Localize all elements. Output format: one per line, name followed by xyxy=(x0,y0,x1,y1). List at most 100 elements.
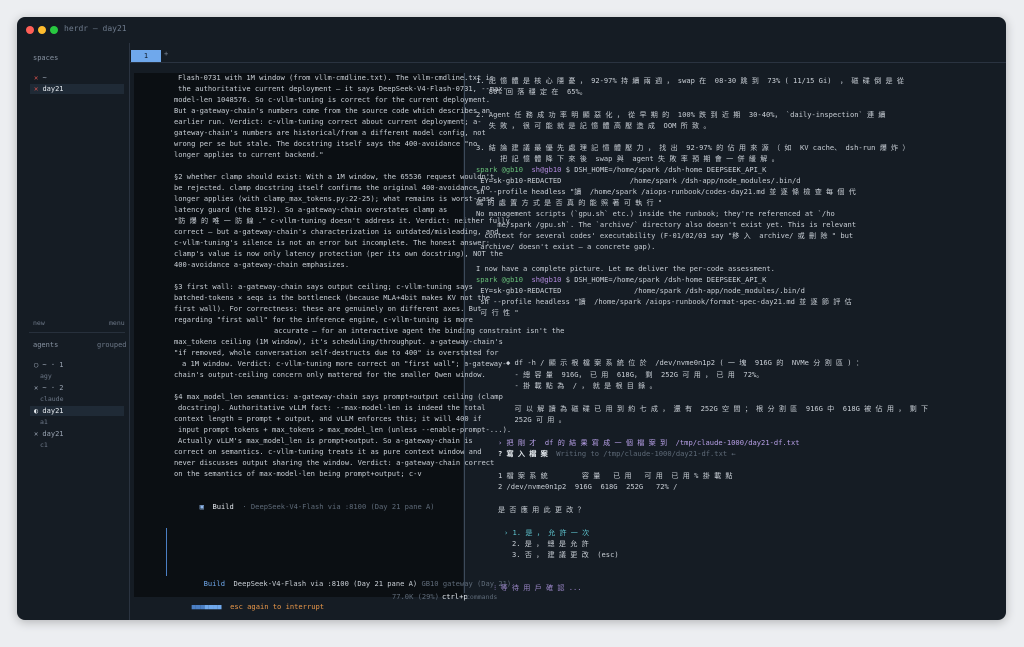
output-line: longer applies to current backend." xyxy=(174,150,324,159)
spaces-heading: spaces xyxy=(33,54,59,62)
agent-label: ◯ ~ · 1 xyxy=(34,361,64,369)
output-line: 2. Agent 任 務 成 功 率 明 顯 惡 化 ， 從 早 期 的 100… xyxy=(476,110,886,119)
output-line: never discusses output sharing the windo… xyxy=(174,458,495,467)
commands-label: commands xyxy=(466,593,498,601)
build-icon: ▣ xyxy=(199,502,204,511)
output-line: model-len 1048576. So c-vllm-tuning is c… xyxy=(174,95,491,104)
user-request: › 把 剛 才 df 的 結 果 寫 成 一 個 檔 案 到 /tmp/clau… xyxy=(498,438,800,447)
commands-shortcut[interactable]: ctrl+p xyxy=(442,592,468,602)
pane-divider xyxy=(464,73,465,593)
shell-prompt: spark @gb10 sh@gb10 $ DSH_HOME=/home/spa… xyxy=(476,165,766,175)
output-line: sh --profile headless "讀 /home/spark /ai… xyxy=(476,187,856,196)
sidebar: spaces ✕ ~ ✕ day21 new menu agents group… xyxy=(17,43,130,620)
token-count: 77.0K (29%) xyxy=(392,592,439,601)
output-line: docstring). Authoritative vLLM fact: --m… xyxy=(178,403,486,412)
output-line: c-vllm-tuning's silence is not an error … xyxy=(174,238,491,247)
space-name: day21 xyxy=(42,85,64,93)
menu-button[interactable]: menu xyxy=(109,319,125,327)
output-line: "if removed, whole conversation self-des… xyxy=(174,348,499,357)
space-item-day21[interactable]: ✕ day21 xyxy=(30,84,124,94)
prompt-host: sh@gb10 xyxy=(531,165,562,174)
output-line: be rejected. clamp docstring itself conf… xyxy=(174,183,491,192)
output-line: archive/ doesn't exist — a concrete gap)… xyxy=(476,242,656,251)
agent-sub: c1 xyxy=(40,441,48,449)
output-line: - 總 容 量 916G， 已 用 618G， 剩 252G 可 用 ， 已 用… xyxy=(506,370,764,379)
option-deny[interactable]: 3. 否 ， 建 議 更 改 (esc) xyxy=(512,550,619,560)
output-line: 失 敗 ， 很 可 能 就 是 記 憶 體 高 壓 造 成 OOM 所 致 。 xyxy=(476,121,711,130)
output-line: context for several codes' executability… xyxy=(476,231,854,240)
output-line: regarding "first wall" for the inference… xyxy=(174,315,473,324)
output-line: ， 把 記 憶 體 降 下 來 後 swap 與 agent 失 敗 率 預 期… xyxy=(476,154,779,163)
add-tab-button[interactable]: + xyxy=(164,50,168,58)
agents-heading: agents xyxy=(33,341,59,349)
agent-item[interactable]: ✕ day21 xyxy=(30,429,124,439)
output-line: a 1M window. Verdict: c-vllm-tuning more… xyxy=(182,359,507,368)
prompt-command: $ DSH_HOME=/home/spark /dsh-home DEEPSEE… xyxy=(565,165,767,174)
interrupt-hint: esc again to interrupt xyxy=(230,602,325,611)
output-line: clamp's value is now only latency protec… xyxy=(174,249,503,258)
output-line: latency guard (the 8192). So a-gateway-c… xyxy=(174,205,448,214)
output-line: 400-avoidance a-gateway-chain emphasizes… xyxy=(174,260,350,269)
output-line: longer applies (with clamp_max_tokens.py… xyxy=(174,194,495,203)
output-line: correct — but a-gateway-chain's characte… xyxy=(174,227,499,236)
output-line: earlier run. Verdict: c-vllm-tuning corr… xyxy=(174,117,482,126)
output-line: - 掛 載 點 為 / ， 就 是 根 目 錄 。 xyxy=(506,381,657,390)
output-line: §2 whether clamp should exist: With a 1M… xyxy=(174,172,495,181)
file-preview-line: 2 /dev/nvme0n1p2 916G 618G 252G 72% / xyxy=(498,482,678,491)
agent-item[interactable]: ◐ day21 xyxy=(30,406,124,416)
output-line: correct on semantics. c-vllm-tuning trea… xyxy=(174,447,482,456)
write-file-note: Writing to /tmp/claude-1000/day21-df.txt… xyxy=(556,449,736,458)
maximize-window-button[interactable] xyxy=(50,26,58,34)
output-line: 3. 結 論 建 議 最 優 先 處 理 記 憶 體 壓 力 ， 找 出 92-… xyxy=(476,143,910,152)
output-line: 1. 記 憶 體 是 核 心 隱 憂 ， 92-97% 持 續 兩 週 ， sw… xyxy=(476,76,904,85)
output-line: on the semantics of max-model-len being … xyxy=(174,469,422,478)
write-file-heading: ? 寫 入 檔 案 Writing to /tmp/claude-1000/da… xyxy=(498,449,736,459)
close-window-button[interactable] xyxy=(26,26,34,34)
waiting-status: ⁝ 等 待 用 戶 確 認 ... xyxy=(494,583,582,592)
agent-label: ◐ day21 xyxy=(34,407,64,415)
terminal-pane-right[interactable]: 1. 記 憶 體 是 核 心 隱 憂 ， 92-97% 持 續 兩 週 ， sw… xyxy=(464,73,1006,593)
window-title: herdr — day21 xyxy=(64,24,127,33)
close-icon[interactable]: ✕ xyxy=(34,85,38,93)
agent-item[interactable]: ◯ ~ · 1 xyxy=(30,360,124,370)
output-line: sh --profile headless "讀 /home/spark /ai… xyxy=(476,297,852,306)
agent-label: ✕ ~ · 2 xyxy=(34,384,64,392)
output-line: gateway-chain's numbers are historical/f… xyxy=(174,128,486,137)
output-line: §3 first wall: a-gateway-chain says outp… xyxy=(174,282,473,291)
title-bar: herdr — day21 xyxy=(17,17,1006,43)
space-name: ~ xyxy=(42,74,47,82)
output-line: Actually vLLM's max_model_len is prompt+… xyxy=(178,436,473,445)
output-line: I now have a complete picture. Let me de… xyxy=(476,264,775,273)
agent-item[interactable]: ✕ ~ · 2 xyxy=(30,383,124,393)
prompt-host: sh@gb10 xyxy=(531,275,562,284)
output-line: the authoritative current deployment — i… xyxy=(178,84,507,93)
close-icon[interactable]: ✕ xyxy=(34,74,38,82)
output-line: chain's output-ceiling concern only matt… xyxy=(174,370,486,379)
output-line: batched-tokens × seqs is the bottleneck … xyxy=(174,293,491,302)
space-item-home[interactable]: ✕ ~ xyxy=(30,73,124,83)
output-line: wrong per se but stale. The docstring it… xyxy=(174,139,478,148)
output-line: 80% 回 落 穩 定 在 65%。 xyxy=(476,87,587,96)
new-space-button[interactable]: new xyxy=(33,319,45,327)
terminal-pane-left[interactable]: Flash-0731 with 1M window (from vllm-cmd… xyxy=(134,73,564,611)
write-file-title: ? 寫 入 檔 案 xyxy=(498,449,548,458)
agent-sub: a1 xyxy=(40,418,48,426)
output-line: EY=sk-gb10-REDACTED /home/spark /dsh-app… xyxy=(476,286,805,295)
tab-1[interactable]: 1 xyxy=(131,50,161,62)
option-allow-once[interactable]: › 1. 是 ， 允 許 一 次 xyxy=(504,528,589,538)
output-line: input prompt tokens + max_tokens > max_m… xyxy=(178,425,512,434)
output-line: No management scripts (`gpu.sh` etc.) in… xyxy=(476,209,835,218)
output-line: first wall). For correctness: these are … xyxy=(174,304,482,313)
build-label: Build xyxy=(212,502,234,511)
output-line: 碼 的 處 置 方 式 是 否 真 的 能 照 著 可 執 行 " xyxy=(476,198,663,207)
build-model: DeepSeek-V4-Flash via :8100 (Day 21 pane… xyxy=(250,502,435,511)
output-line: me/spark /gpu.sh`. The `archive/` direct… xyxy=(476,220,857,229)
agent-label: ✕ day21 xyxy=(34,430,64,438)
output-line: "防 爆 的 唯 一 防 線 ." c-vllm-tuning doesn't … xyxy=(174,216,510,225)
tab-divider xyxy=(129,62,1006,63)
option-allow-always[interactable]: 2. 是 ， 總 是 允 許 xyxy=(512,539,589,549)
grouped-toggle[interactable]: grouped xyxy=(97,341,127,349)
agent-sub: claude xyxy=(40,395,64,403)
app-window: herdr — day21 spaces ✕ ~ ✕ day21 new men… xyxy=(17,17,1006,620)
minimize-window-button[interactable] xyxy=(38,26,46,34)
